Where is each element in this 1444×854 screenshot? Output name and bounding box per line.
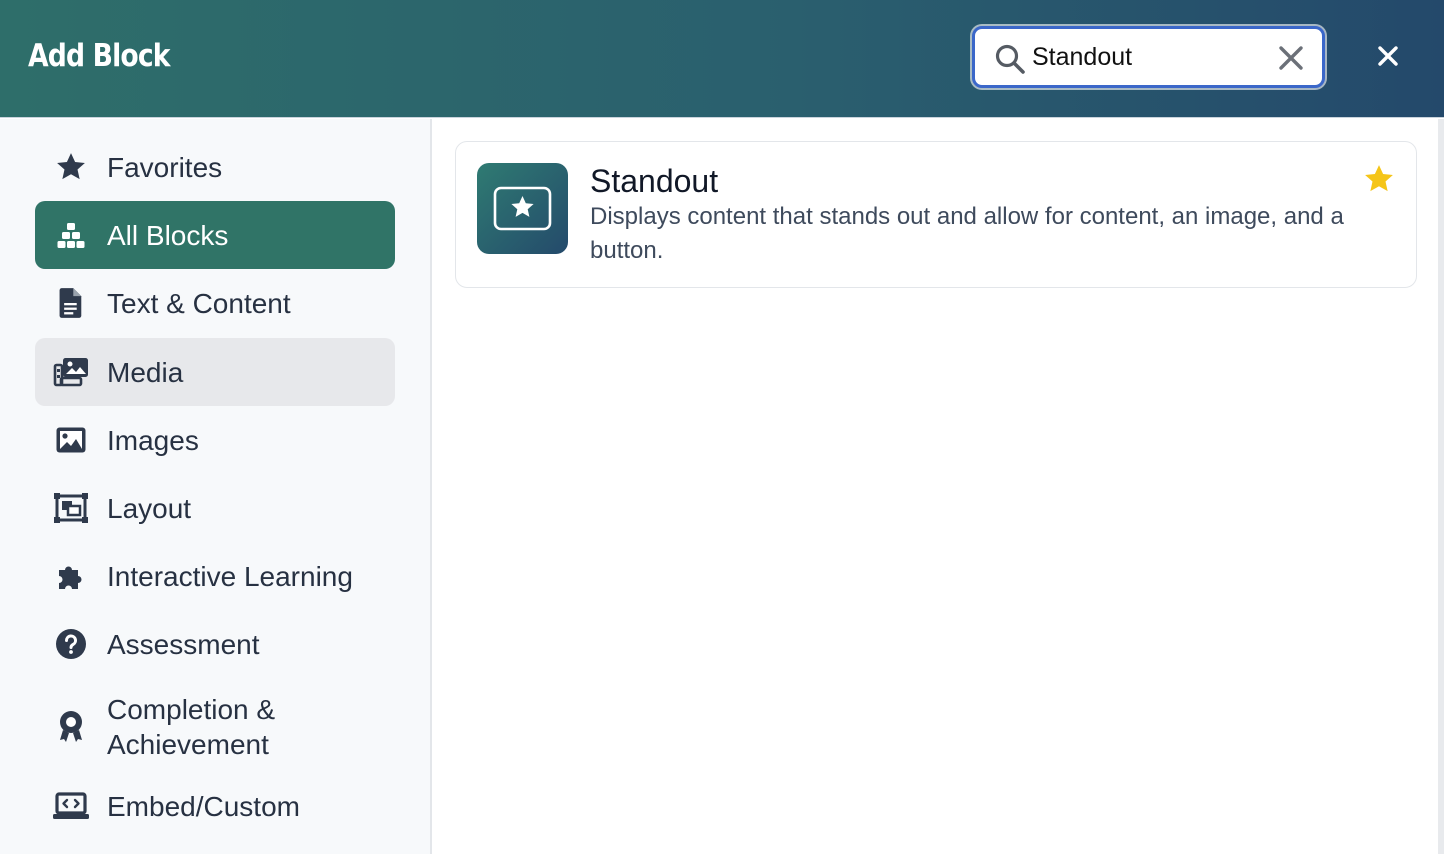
sidebar-item-label: Images (107, 424, 199, 456)
search-box[interactable] (972, 26, 1325, 88)
sidebar-item-favorites[interactable]: Favorites (35, 133, 395, 201)
sidebar-item-media[interactable]: Media (35, 338, 395, 406)
sidebar-item-label: Layout (107, 492, 192, 524)
award-icon (51, 707, 91, 747)
star-icon (51, 147, 91, 187)
sidebar-item-images[interactable]: Images (35, 406, 395, 474)
results-panel: Standout Displays content that stands ou… (433, 119, 1444, 854)
sidebar-item-layout[interactable]: Layout (35, 474, 395, 542)
question-circle-icon (51, 624, 91, 664)
image-icon (51, 420, 91, 460)
sidebar-item-text-content[interactable]: Text & Content (35, 269, 395, 337)
sidebar-item-label: Interactive Learning (107, 560, 353, 592)
sidebar-item-assessment[interactable]: Assessment (35, 610, 395, 678)
media-icon (51, 352, 91, 392)
sidebar-item-label: Media (107, 356, 184, 388)
sidebar-item-all-blocks[interactable]: All Blocks (35, 201, 395, 269)
modal-title: Add Block (28, 38, 171, 74)
layout-icon (51, 488, 91, 528)
sidebar-item-label: Text & Content (107, 287, 291, 319)
clear-search-icon[interactable] (1276, 43, 1306, 73)
block-result-card[interactable]: Standout Displays content that stands ou… (455, 141, 1417, 288)
star-box-icon (477, 163, 568, 254)
sidebar-item-label: All Blocks (107, 219, 229, 251)
search-input[interactable] (1032, 40, 1262, 74)
sidebar-item-label: Embed/Custom (107, 790, 300, 822)
blocks-icon (51, 215, 91, 255)
sidebar-item-completion-achievement[interactable]: Completion & Achievement (35, 687, 395, 767)
favorite-star-icon[interactable] (1362, 162, 1396, 196)
sidebar-item-interactive-learning[interactable]: Interactive Learning (35, 542, 395, 610)
puzzle-icon (51, 556, 91, 596)
block-title: Standout (590, 163, 719, 199)
close-modal-icon[interactable] (1374, 42, 1402, 70)
category-sidebar: Favorites All Blocks Text & Content Medi… (0, 119, 432, 854)
document-icon (51, 283, 91, 323)
block-description: Displays content that stands out and all… (590, 203, 1344, 264)
add-block-modal: Add Block Standout Favorites All Blocks … (0, 0, 1444, 854)
modal-header: Add Block (0, 0, 1444, 118)
sidebar-item-embed-custom[interactable]: Embed/Custom (35, 772, 395, 840)
sidebar-item-label: Favorites (107, 151, 223, 183)
sidebar-item-label: Assessment (107, 628, 260, 660)
search-icon (994, 43, 1026, 75)
embed-code-icon (51, 786, 91, 826)
sidebar-item-label: Completion & Achievement (107, 694, 276, 760)
scrollbar-track[interactable] (1438, 119, 1444, 854)
